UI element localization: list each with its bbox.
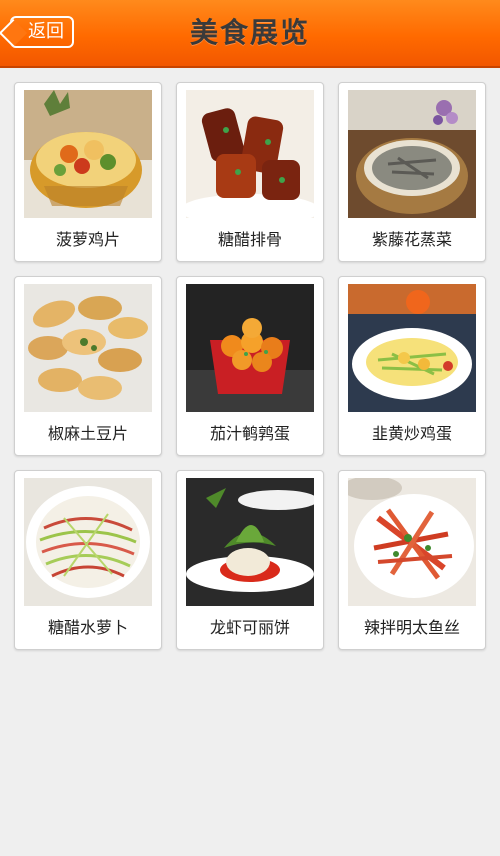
dish-photo <box>348 284 476 412</box>
page-title: 美食展览 <box>189 16 310 49</box>
dish-name: 韭黄炒鸡蛋 <box>371 424 452 443</box>
dish-photo <box>24 478 152 606</box>
dish-card[interactable]: 龙虾可丽饼 <box>176 470 324 650</box>
dish-card[interactable]: 茄汁鹌鹑蛋 <box>176 276 324 456</box>
dish-name: 辣拌明太鱼丝 <box>363 618 460 637</box>
dish-photo <box>348 90 476 218</box>
dish-name: 茄汁鹌鹑蛋 <box>209 424 290 443</box>
dish-card[interactable]: 韭黄炒鸡蛋 <box>338 276 486 456</box>
dish-photo <box>186 284 314 412</box>
dish-photo <box>24 284 152 412</box>
dish-name: 菠萝鸡片 <box>55 230 120 249</box>
dish-card[interactable]: 紫藤花蒸菜 <box>338 82 486 262</box>
dish-card[interactable]: 糖醋排骨 <box>176 82 324 262</box>
back-button-label: 返回 <box>28 21 64 42</box>
dish-card[interactable]: 辣拌明太鱼丝 <box>338 470 486 650</box>
dish-name: 紫藤花蒸菜 <box>371 230 452 249</box>
dish-photo <box>24 90 152 218</box>
dish-photo <box>186 478 314 606</box>
dish-card[interactable]: 菠萝鸡片 <box>14 82 162 262</box>
dish-name: 糖醋排骨 <box>217 230 282 249</box>
dish-name: 龙虾可丽饼 <box>209 618 290 637</box>
app-header: 返回 美食展览 <box>0 0 500 68</box>
dish-card[interactable]: 糖醋水萝卜 <box>14 470 162 650</box>
dish-photo <box>348 478 476 606</box>
dish-name: 椒麻土豆片 <box>47 424 128 443</box>
dish-card[interactable]: 椒麻土豆片 <box>14 276 162 456</box>
dish-name: 糖醋水萝卜 <box>47 618 128 637</box>
dish-photo <box>186 90 314 218</box>
